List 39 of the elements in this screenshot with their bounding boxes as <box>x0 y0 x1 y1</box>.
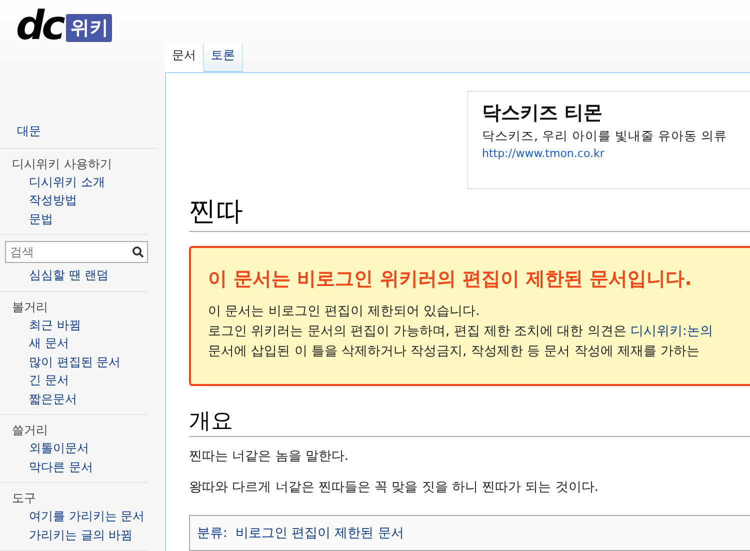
sidebar-link[interactable]: 심심할 땐 랜덤 <box>0 266 147 284</box>
sidebar-heading: 볼거리 <box>11 298 49 316</box>
sidebar-link[interactable]: 작성방법 <box>0 191 147 210</box>
tab[interactable]: 토론 <box>204 43 243 72</box>
sidebar-link[interactable]: 새 문서 <box>0 334 147 352</box>
sidebar-link[interactable]: 막다른 문서 <box>0 458 147 476</box>
paragraph: 찐따는 너같은 놈을 말한다. <box>189 448 350 465</box>
discussion-link[interactable]: 디시위키:논의 <box>630 324 713 339</box>
notice-text: 문서에 삽입된 이 틀을 삭제하거나 작성금지, 작성제한 등 문서 작성에 제재를 가하는 <box>208 343 701 361</box>
sidebar-link[interactable]: 대문 <box>0 116 157 148</box>
paragraph: 왕따와 다르게 너같은 찐따들은 꼭 맞을 짓을 하니 찐따가 되는 것이다. <box>189 479 600 496</box>
tab[interactable]: 문서 <box>165 43 204 72</box>
sidebar-link[interactable]: 짧은문서 <box>0 390 147 408</box>
search-field[interactable]: 검색 <box>5 241 148 263</box>
notice-heading: 이 문서는 비로그인 위키러의 편집이 제한된 문서입니다. <box>208 267 693 292</box>
sidebar-heading: 쓸거리 <box>11 422 49 439</box>
sidebar-link[interactable]: 여기를 가리키는 문서 <box>0 507 147 526</box>
category-label[interactable]: 분류: <box>197 524 228 542</box>
sidebar-link[interactable]: 외톨이문서 <box>0 439 147 458</box>
section-heading: 개요 <box>189 406 750 437</box>
notice-text: 로그인 위키러는 문서의 편집이 가능하며, 편집 제한 조치에 대한 의견은 디시위키:논의 <box>208 323 714 341</box>
ad-url[interactable]: http://www.tmon.co.kr <box>482 147 750 160</box>
logo-mark[interactable]: dc <box>16 8 62 44</box>
sidebar-link[interactable]: 가리키는 글의 바뀜 <box>0 526 147 544</box>
sidebar-link[interactable]: 최근 바뀜 <box>0 316 147 334</box>
page-title: 찐따 <box>189 193 750 232</box>
sidebar-heading: 디시위키 사용하기 <box>11 156 113 172</box>
sidebar-link[interactable]: 디시위키 소개 <box>0 172 147 191</box>
logo-badge[interactable]: 위키 <box>66 14 112 42</box>
ad-banner[interactable]: 닥스키즈 티몬 닥스키즈, 우리 아이를 빛내줄 유아동 의류 http://www.tmon.co.kr <box>467 91 750 189</box>
notice-text: 이 문서는 비로그인 편집이 제한되어 있습니다. <box>208 303 481 321</box>
sidebar-link[interactable]: 긴 문서 <box>0 371 147 390</box>
sidebar-link[interactable]: 많이 편집된 문서 <box>0 352 147 371</box>
category-link[interactable]: 비로그인 편집이 제한된 문서 <box>235 524 404 542</box>
ad-title: 닥스키즈 티몬 <box>482 101 604 126</box>
search-icon[interactable] <box>132 246 144 258</box>
sidebar-link[interactable]: 문법 <box>0 210 147 228</box>
sidebar-heading: 도구 <box>11 490 37 507</box>
ad-description: 닥스키즈, 우리 아이를 빛내줄 유아동 의류 <box>482 128 728 145</box>
